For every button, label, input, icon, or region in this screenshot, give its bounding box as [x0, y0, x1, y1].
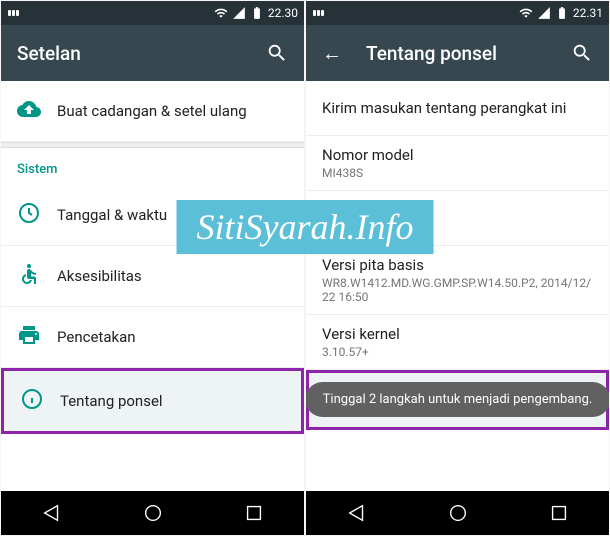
settings-list: Buat cadangan & setel ulang Sistem Tangg…: [1, 81, 304, 491]
clock-icon: [17, 201, 57, 229]
row-accessibility[interactable]: Aksesibilitas: [1, 246, 304, 307]
status-bar: 22.30: [1, 1, 304, 25]
battery-icon: [250, 6, 264, 20]
status-time: 22.31: [573, 6, 603, 20]
page-title: Tentang ponsel: [366, 42, 497, 65]
label: Versi pita basis: [322, 256, 593, 274]
settings-screen: 22.30 Setelan Buat cadangan & setel ulan…: [1, 1, 304, 535]
section-label-system: Sistem: [1, 148, 304, 185]
home-nav-icon[interactable]: [142, 502, 164, 524]
row-label: Buat cadangan & setel ulang: [57, 102, 288, 120]
label: Versi kernel: [322, 325, 593, 343]
bbm-icon: [7, 6, 27, 20]
info-icon: [20, 387, 60, 415]
page-title: Setelan: [17, 42, 81, 65]
feedback-label: Kirim masukan tentang perangkat ini: [322, 99, 566, 117]
row-label: Aksesibilitas: [57, 267, 288, 285]
home-nav-icon[interactable]: [447, 502, 469, 524]
battery-icon: [555, 6, 569, 20]
label: Nomor model: [322, 146, 593, 164]
value: MI438S: [322, 166, 593, 180]
signal-icon: [232, 6, 246, 20]
recent-nav-icon[interactable]: [548, 502, 570, 524]
row-label: Tentang ponsel: [60, 392, 285, 410]
search-icon[interactable]: [266, 42, 288, 64]
value: WR8.W1412.MD.WG.GMP.SP.W14.50.P2, 2014/1…: [322, 276, 593, 304]
status-bar: 22.31: [306, 1, 609, 25]
developer-toast: Tinggal 2 langkah untuk menjadi pengemba…: [306, 382, 609, 417]
row-kernel-version[interactable]: Versi kernel 3.10.57+: [306, 315, 609, 370]
wifi-icon: [519, 6, 533, 20]
wifi-icon: [214, 6, 228, 20]
nav-bar: [1, 491, 304, 535]
back-nav-icon[interactable]: [346, 502, 368, 524]
cloud-upload-icon: [17, 97, 57, 125]
row-send-feedback[interactable]: Kirim masukan tentang perangkat ini: [306, 81, 609, 136]
row-backup-reset[interactable]: Buat cadangan & setel ulang: [1, 81, 304, 142]
nav-bar: [306, 491, 609, 535]
signal-icon: [537, 6, 551, 20]
app-bar: ← Tentang ponsel: [306, 25, 609, 81]
recent-nav-icon[interactable]: [243, 502, 265, 524]
print-icon: [17, 323, 57, 351]
back-nav-icon[interactable]: [41, 502, 63, 524]
row-baseband-version[interactable]: Versi pita basis WR8.W1412.MD.WG.GMP.SP.…: [306, 246, 609, 315]
status-time: 22.30: [268, 6, 298, 20]
about-list: Kirim masukan tentang perangkat ini Nomo…: [306, 81, 609, 491]
back-icon[interactable]: ←: [322, 41, 342, 66]
about-phone-screen: 22.31 ← Tentang ponsel Kirim masukan ten…: [306, 1, 609, 535]
search-icon[interactable]: [571, 42, 593, 64]
value: 3.10.57+: [322, 345, 593, 359]
watermark: SitiSyarah.Info: [177, 200, 434, 254]
accessibility-icon: [17, 262, 57, 290]
bbm-icon: [312, 6, 332, 20]
row-model-number[interactable]: Nomor model MI438S: [306, 136, 609, 191]
app-bar: Setelan: [1, 25, 304, 81]
row-printing[interactable]: Pencetakan: [1, 307, 304, 368]
row-about-phone[interactable]: Tentang ponsel: [1, 368, 304, 434]
row-label: Pencetakan: [57, 328, 288, 346]
